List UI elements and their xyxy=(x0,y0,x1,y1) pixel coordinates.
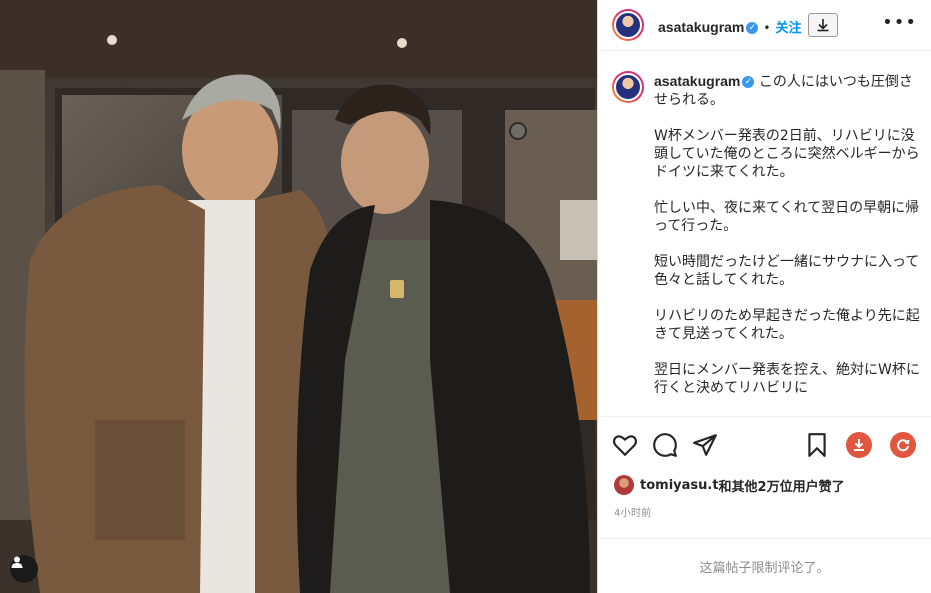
caption-author-avatar[interactable] xyxy=(612,71,644,103)
download-arrow-icon xyxy=(817,19,829,32)
likes-summary: tomiyasu.t 和其他2万位用户赞了 xyxy=(614,474,845,496)
caption-paragraph: 翌日にメンバー発表を控え、絶対にW杯に行くと決めてリハビリに xyxy=(654,362,920,396)
author-avatar[interactable] xyxy=(612,9,644,41)
caption-username[interactable]: asatakugram xyxy=(654,73,740,89)
comment-icon[interactable] xyxy=(652,432,678,458)
action-bar xyxy=(598,418,931,468)
share-icon[interactable] xyxy=(692,432,718,458)
post-timestamp[interactable]: 4小时前 xyxy=(614,504,652,519)
separator-dot: • xyxy=(763,21,771,35)
verified-badge-icon: ✓ xyxy=(742,76,755,88)
follow-button[interactable]: 关注 xyxy=(775,21,801,36)
author-username[interactable]: asatakugram xyxy=(658,19,744,35)
caption-paragraph: リハビリのため早起きだった俺より先に起きて見送ってくれた。 xyxy=(654,308,920,342)
post-side-panel: asatakugram ✓ • 关注 ••• asatakugram ✓ この人にはいつ… xyxy=(597,0,931,593)
caption-paragraph: W杯メンバー発表の2日前、リハビリに没頭していた俺のところに突然ベルギーからドイ… xyxy=(654,128,920,180)
heart-icon[interactable] xyxy=(612,432,638,458)
author-line: asatakugram ✓ • 关注 xyxy=(658,17,801,36)
caption-paragraph: 短い時間だったけど一緒にサウナに入って色々と話してくれた。 xyxy=(654,254,920,288)
tag-user-button[interactable] xyxy=(10,555,38,583)
post-modal: asatakugram ✓ • 关注 ••• asatakugram ✓ この人にはいつ… xyxy=(0,0,931,593)
save-bookmark-icon[interactable] xyxy=(804,432,830,458)
tag-user-icon xyxy=(11,556,23,568)
comments-restricted-notice: 这篇帖子限制评论了。 xyxy=(598,538,931,593)
download-circle-icon[interactable] xyxy=(846,432,872,458)
caption-text: asatakugram ✓ この人にはいつも圧倒させられる。 W杯メンバー発表の2… xyxy=(654,72,922,415)
caption-paragraph: 忙しい中、夜に来てくれて翌日の早朝に帰って行った。 xyxy=(654,200,920,234)
more-options-icon[interactable]: ••• xyxy=(882,14,917,32)
caption-scroll-area[interactable]: asatakugram ✓ この人にはいつも圧倒させられる。 W杯メンバー発表の2… xyxy=(598,51,931,417)
likes-count-text[interactable]: 和其他2万位用户赞了 xyxy=(719,476,845,495)
refresh-circle-icon[interactable] xyxy=(890,432,916,458)
post-photo[interactable] xyxy=(0,0,597,593)
post-header: asatakugram ✓ • 关注 ••• xyxy=(598,0,931,51)
caption-paragraph: asatakugram ✓ この人にはいつも圧倒させられる。 xyxy=(654,73,913,108)
download-button[interactable] xyxy=(808,13,838,37)
liker-avatar[interactable] xyxy=(614,475,634,495)
verified-badge-icon: ✓ xyxy=(746,21,759,34)
liker-username[interactable]: tomiyasu.t xyxy=(640,478,719,493)
photo-illustration xyxy=(0,0,597,593)
